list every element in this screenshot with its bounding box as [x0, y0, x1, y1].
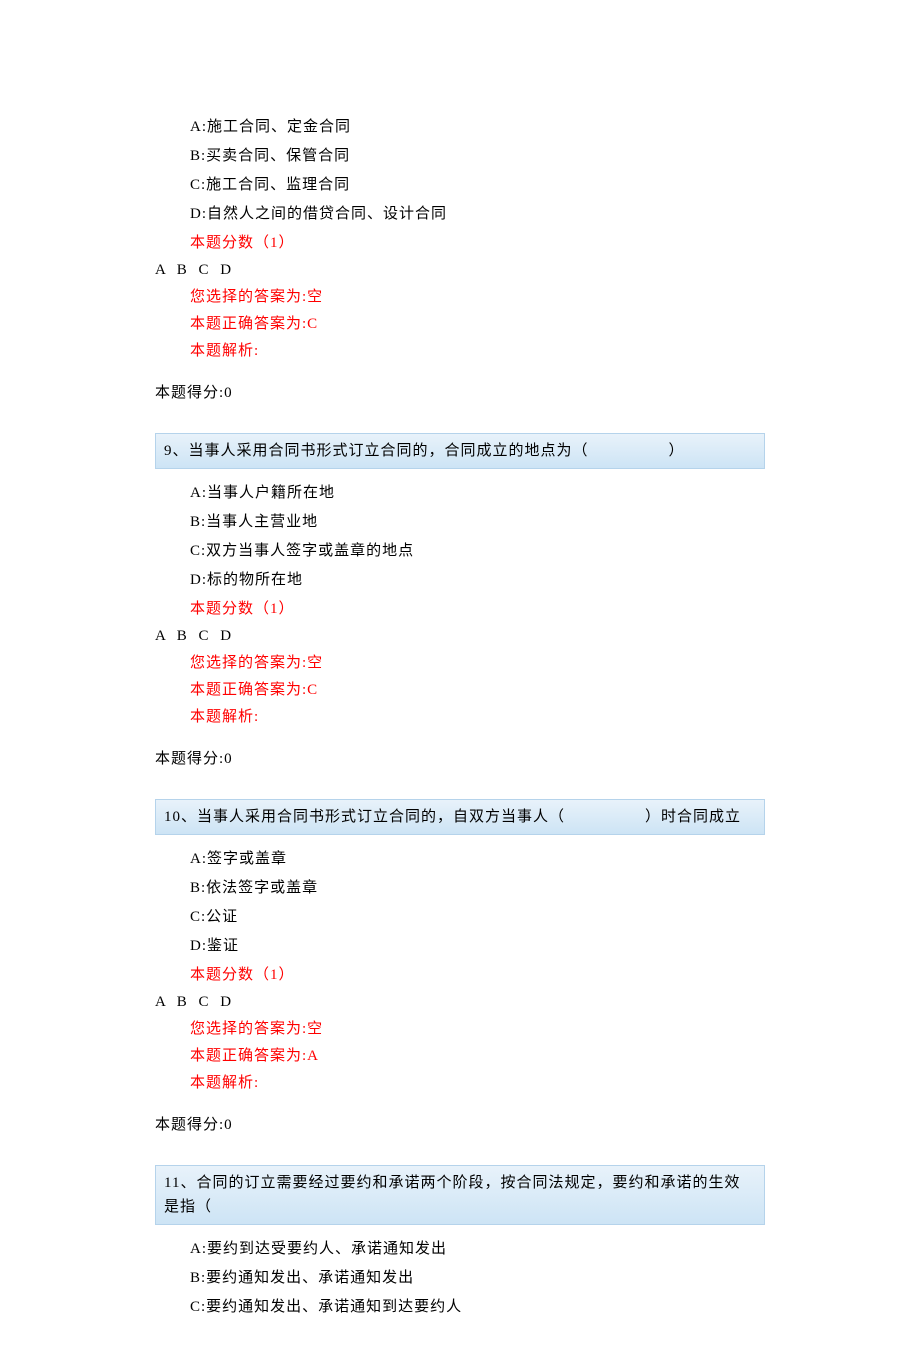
option-list: A:施工合同、定金合同 B:买卖合同、保管合同 C:施工合同、监理合同 D:自然… [155, 115, 765, 226]
option-a: A:要约到达受要约人、承诺通知发出 [190, 1237, 765, 1261]
option-d: D:鉴证 [190, 934, 765, 958]
question-score: 本题分数（1） [155, 231, 765, 255]
option-c: C:双方当事人签字或盖章的地点 [190, 539, 765, 563]
option-b: B:要约通知发出、承诺通知发出 [190, 1266, 765, 1290]
correct-answer: 本题正确答案为:A [155, 1044, 765, 1068]
question-header: 11、合同的订立需要经过要约和承诺两个阶段，按合同法规定，要约和承诺的生效是指（ [155, 1165, 765, 1225]
question-11: 11、合同的订立需要经过要约和承诺两个阶段，按合同法规定，要约和承诺的生效是指（… [155, 1165, 765, 1319]
option-a: A:施工合同、定金合同 [190, 115, 765, 139]
answer-choices: A B C D [155, 990, 765, 1014]
answer-choices: A B C D [155, 624, 765, 648]
earned-score: 本题得分:0 [155, 381, 765, 405]
question-score: 本题分数（1） [155, 597, 765, 621]
option-a: A:当事人户籍所在地 [190, 481, 765, 505]
option-b: B:依法签字或盖章 [190, 876, 765, 900]
question-header: 10、当事人采用合同书形式订立合同的，自双方当事人（ ）时合同成立 [155, 799, 765, 835]
option-c: C:公证 [190, 905, 765, 929]
option-d: D:自然人之间的借贷合同、设计合同 [190, 202, 765, 226]
option-b: B:买卖合同、保管合同 [190, 144, 765, 168]
question-score: 本题分数（1） [155, 963, 765, 987]
option-c: C:施工合同、监理合同 [190, 173, 765, 197]
option-d: D:标的物所在地 [190, 568, 765, 592]
option-b: B:当事人主营业地 [190, 510, 765, 534]
option-list: A:要约到达受要约人、承诺通知发出 B:要约通知发出、承诺通知发出 C:要约通知… [155, 1237, 765, 1319]
correct-answer: 本题正确答案为:C [155, 312, 765, 336]
question-9: 9、当事人采用合同书形式订立合同的，合同成立的地点为（ ） A:当事人户籍所在地… [155, 433, 765, 771]
option-list: A:签字或盖章 B:依法签字或盖章 C:公证 D:鉴证 [155, 847, 765, 958]
earned-score: 本题得分:0 [155, 747, 765, 771]
explanation: 本题解析: [155, 705, 765, 729]
explanation: 本题解析: [155, 1071, 765, 1095]
question-10: 10、当事人采用合同书形式订立合同的，自双方当事人（ ）时合同成立 A:签字或盖… [155, 799, 765, 1137]
question-8-tail: A:施工合同、定金合同 B:买卖合同、保管合同 C:施工合同、监理合同 D:自然… [155, 115, 765, 405]
option-list: A:当事人户籍所在地 B:当事人主营业地 C:双方当事人签字或盖章的地点 D:标… [155, 481, 765, 592]
option-a: A:签字或盖章 [190, 847, 765, 871]
selected-answer: 您选择的答案为:空 [155, 1017, 765, 1041]
earned-score: 本题得分:0 [155, 1113, 765, 1137]
correct-answer: 本题正确答案为:C [155, 678, 765, 702]
question-header: 9、当事人采用合同书形式订立合同的，合同成立的地点为（ ） [155, 433, 765, 469]
selected-answer: 您选择的答案为:空 [155, 285, 765, 309]
explanation: 本题解析: [155, 339, 765, 363]
answer-choices: A B C D [155, 258, 765, 282]
option-c: C:要约通知发出、承诺通知到达要约人 [190, 1295, 765, 1319]
selected-answer: 您选择的答案为:空 [155, 651, 765, 675]
